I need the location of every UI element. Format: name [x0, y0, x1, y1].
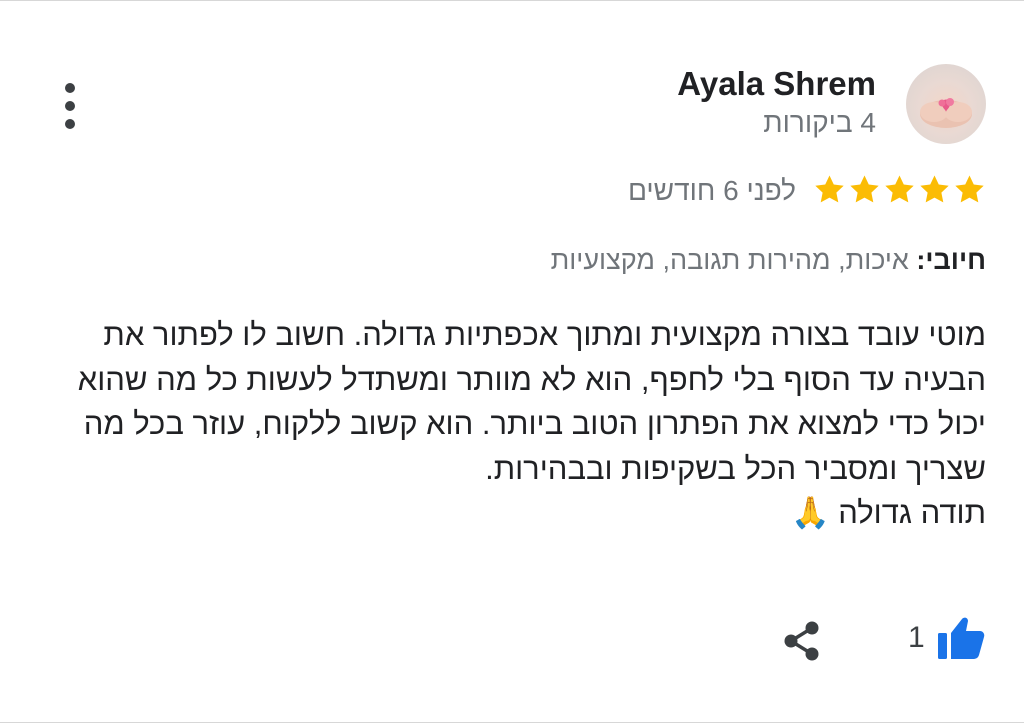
positives-value: איכות, מהירות תגובה, מקצועיות: [550, 245, 917, 275]
review-text-line: מוטי עובד בצורה מקצועית ומתוך אכפתיות גד…: [77, 317, 986, 486]
avatar-hands-image: [920, 98, 972, 128]
review-positives: חיובי: איכות, מהירות תגובה, מקצועיות: [551, 245, 986, 276]
reviewer-review-count[interactable]: 4 ביקורות: [763, 107, 876, 139]
like-button[interactable]: 1: [900, 613, 990, 665]
star-rating: [813, 173, 986, 206]
star-icon: [850, 175, 879, 203]
review-card: Ayala Shrem 4 ביקורות לפני 6 חודשים חיוב…: [0, 0, 1024, 723]
star-icon: [815, 175, 844, 203]
like-count: 1: [908, 621, 925, 654]
star-icon: [885, 175, 914, 203]
more-options-button[interactable]: [52, 81, 88, 131]
star-icon: [920, 175, 949, 203]
star-icon: [955, 175, 984, 203]
review-text: מוטי עובד בצורה מקצועית ומתוך אכפתיות גד…: [46, 313, 986, 536]
reviewer-name[interactable]: Ayala Shrem: [677, 65, 876, 103]
review-text-line: תודה גדולה 🙏: [791, 495, 986, 530]
share-button[interactable]: [780, 619, 824, 663]
thumbs-up-icon: [938, 617, 985, 659]
share-icon: [784, 621, 819, 661]
positives-label: חיובי:: [916, 245, 986, 275]
avatar[interactable]: [906, 64, 986, 144]
review-time: לפני 6 חודשים: [627, 175, 796, 206]
